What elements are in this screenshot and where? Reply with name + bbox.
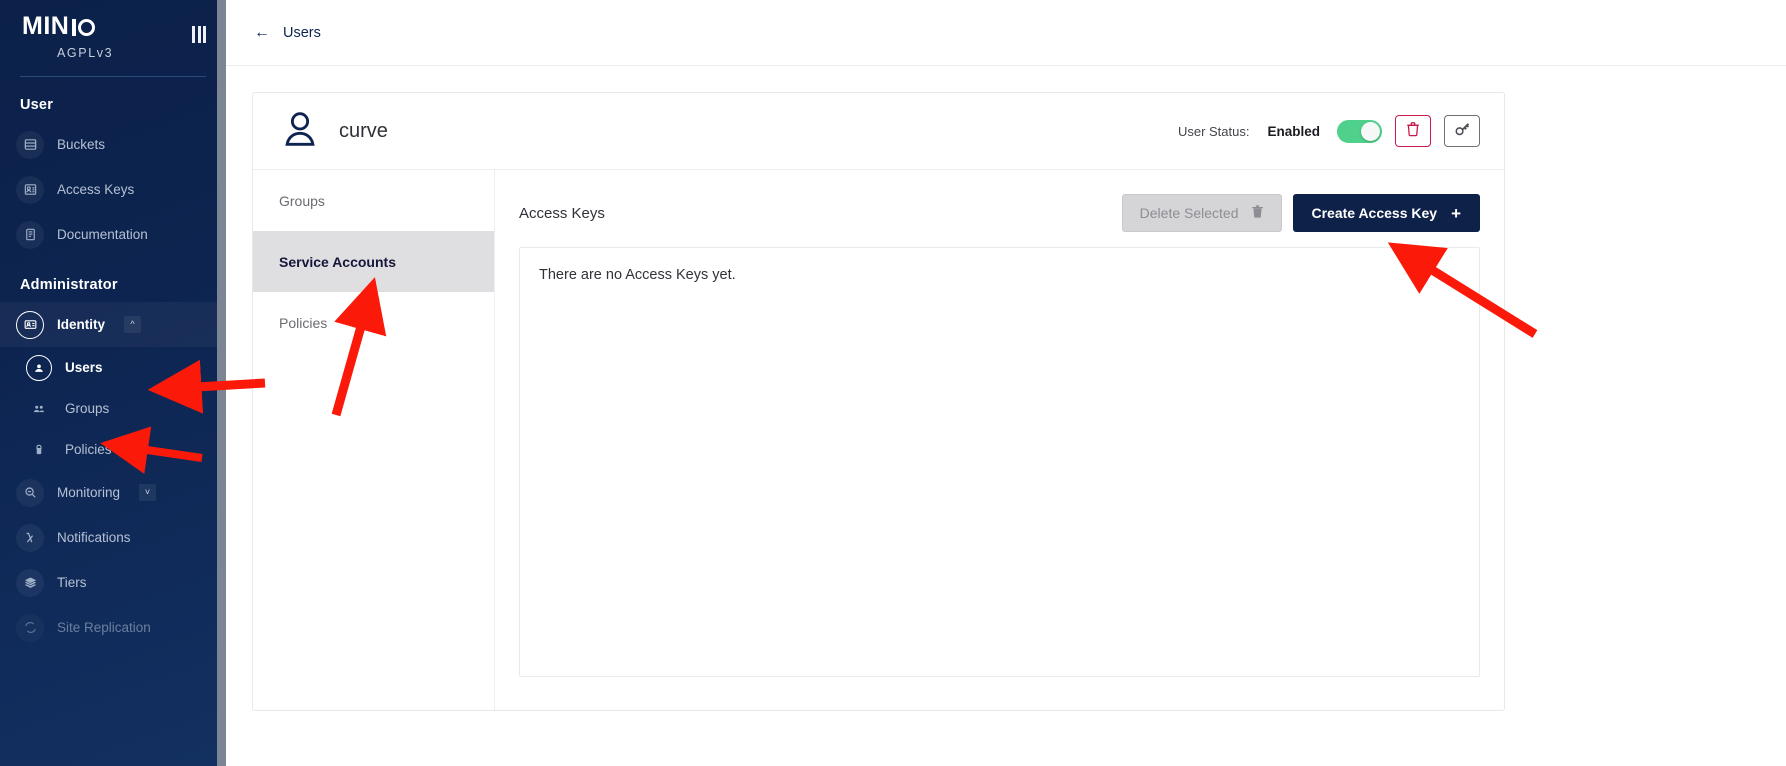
delete-selected-button[interactable]: Delete Selected [1121,194,1282,232]
delete-selected-label: Delete Selected [1139,205,1239,221]
top-bar: ← Users [226,0,1786,66]
chevron-down-icon[interactable]: ˅ [139,484,157,501]
user-card-actions: User Status: Enabled [1178,115,1480,147]
tab-label: Policies [279,314,328,331]
sidebar-item-label: Monitoring [57,485,121,500]
documentation-icon [16,220,44,249]
monitoring-icon [16,478,44,507]
access-keys-icon [16,175,44,204]
license-label: AGPLv3 [57,46,114,60]
status-badge: Enabled [1267,123,1320,139]
user-card-header: curve User Status: Enabled [253,93,1504,170]
content-area: curve User Status: Enabled Groups Servic… [226,66,1786,711]
sidebar-item-policies[interactable]: Policies [0,429,226,470]
sidebar: MIN AGPLv3 User Buckets Access Keys Docu… [0,0,226,766]
policies-lock-icon [26,437,52,463]
arrow-left-icon[interactable]: ← [254,24,270,41]
sidebar-header: MIN AGPLv3 [0,0,226,60]
sidebar-item-groups[interactable]: Groups [0,388,226,429]
sidebar-item-access-keys[interactable]: Access Keys [0,167,226,212]
sidebar-item-label: Access Keys [57,182,135,197]
sidebar-section-administrator: Administrator [20,277,118,293]
groups-icon [26,396,52,422]
panel-header: Access Keys Delete Selected Create Acces… [519,192,1480,234]
create-access-key-label: Create Access Key [1311,205,1438,221]
user-circle-icon [26,354,52,381]
status-label: User Status: [1177,123,1250,139]
panel-title: Access Keys [519,204,605,222]
sidebar-item-site-replication[interactable]: Site Replication [0,605,226,650]
sidebar-scrollbar[interactable] [217,0,226,766]
tab-label: Groups [279,192,325,209]
sidebar-item-tiers[interactable]: Tiers [0,560,226,605]
access-keys-empty-state: There are no Access Keys yet. [519,247,1480,677]
site-replication-icon [16,614,44,642]
sidebar-item-label: Tiers [57,575,87,590]
trash-icon [1406,121,1420,142]
sidebar-item-notifications[interactable]: Notifications [0,515,226,560]
toggle-knob [1361,121,1380,141]
notifications-lambda-icon [16,523,44,552]
access-keys-panel: Access Keys Delete Selected Create Acces… [495,170,1504,710]
user-avatar-icon [279,108,321,155]
sidebar-item-label: Policies [65,442,112,457]
chevron-up-icon[interactable]: ^ [124,316,142,333]
identity-icon [16,310,44,339]
breadcrumb[interactable]: ← Users [254,24,321,41]
sidebar-item-label: Identity [57,317,106,332]
user-card-body: Groups Service Accounts Policies Access … [253,170,1504,710]
sidebar-item-label: Groups [65,401,110,416]
sidebar-item-monitoring[interactable]: Monitoring ˅ [0,470,226,515]
breadcrumb-label: Users [283,24,321,41]
user-detail-card: curve User Status: Enabled Groups Servic… [252,92,1505,711]
delete-user-button[interactable] [1395,115,1431,147]
user-tabs: Groups Service Accounts Policies [253,170,495,710]
sidebar-item-label: Buckets [57,137,106,152]
sidebar-section-user: User [20,97,54,113]
main-content: ← Users curve User Status: Enabled Group… [226,0,1786,766]
minio-wordmark: MIN [22,14,113,39]
tab-groups[interactable]: Groups [253,170,494,231]
tab-service-accounts[interactable]: Service Accounts [253,231,494,292]
user-status-toggle[interactable] [1337,119,1382,143]
logo-text-min: MIN [22,12,70,40]
logo-bar-icon [72,19,76,36]
sidebar-item-label: Notifications [57,530,131,545]
sidebar-item-documentation[interactable]: Documentation [0,212,226,257]
logo-ring-icon [77,19,95,36]
sidebar-item-users[interactable]: Users [0,347,226,388]
plus-icon: + [1451,203,1461,223]
brand-logo: MIN AGPLv3 [22,14,114,61]
tab-label: Service Accounts [279,253,396,270]
trash-icon [1251,204,1264,222]
tab-policies[interactable]: Policies [253,292,494,353]
page-title: curve [339,119,388,142]
sidebar-item-identity[interactable]: Identity ^ [0,302,226,347]
sidebar-item-label: Users [65,360,103,375]
change-password-button[interactable] [1444,115,1480,147]
buckets-icon [16,130,44,159]
sidebar-item-label: Documentation [57,227,148,242]
minio-console: MIN AGPLv3 User Buckets Access Keys Docu… [0,0,1786,766]
empty-state-message: There are no Access Keys yet. [539,267,736,283]
sidebar-item-label: Site Replication [57,620,151,635]
create-access-key-button[interactable]: Create Access Key + [1292,194,1480,232]
sidebar-item-buckets[interactable]: Buckets [0,122,226,167]
panel-actions: Delete Selected Create Access Key + [1121,194,1480,232]
key-icon [1454,120,1471,142]
menu-bars-icon[interactable] [190,20,208,49]
tiers-layers-icon [16,568,44,597]
